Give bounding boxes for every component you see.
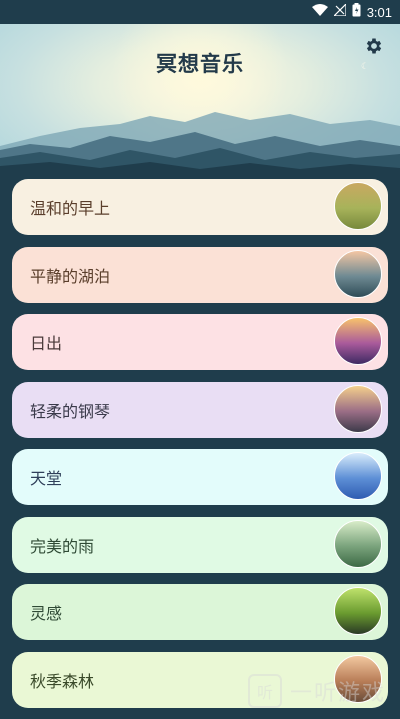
- track-label: 轻柔的钢琴: [30, 401, 111, 421]
- track-thumbnail: [334, 452, 382, 500]
- watermark: 听 一听游戏: [247, 674, 386, 708]
- track-label: 天堂: [30, 469, 63, 488]
- track-card[interactable]: 天堂: [12, 449, 388, 505]
- track-card[interactable]: 日出: [12, 314, 388, 370]
- track-card[interactable]: 平静的湖泊: [12, 246, 388, 303]
- track-thumbnail: [334, 384, 382, 433]
- track-card[interactable]: 轻柔的钢琴: [12, 381, 388, 438]
- page-title: 冥想音乐: [156, 52, 244, 76]
- status-icons: 3:01: [311, 2, 392, 21]
- track-label: 温和的早上: [30, 199, 111, 218]
- header-banner: 冥想音乐 ☾: [0, 24, 400, 176]
- track-card[interactable]: 灵感: [12, 584, 388, 640]
- track-label: 完美的雨: [30, 536, 95, 556]
- settings-button[interactable]: [362, 36, 386, 60]
- track-label: 灵感: [30, 604, 63, 623]
- track-thumbnail: [334, 317, 382, 365]
- battery-icon: [352, 3, 361, 21]
- track-label: 秋季森林: [30, 671, 95, 691]
- status-bar: 3:01: [0, 0, 400, 24]
- mountain-silhouette: [0, 112, 400, 176]
- no-signal-icon: [332, 2, 347, 20]
- watermark-logo: 听: [247, 674, 282, 708]
- track-thumbnail: [334, 587, 382, 635]
- track-label: 平静的湖泊: [30, 266, 111, 286]
- track-thumbnail: [334, 519, 382, 568]
- wifi-icon: [311, 4, 328, 20]
- track-label: 日出: [30, 334, 63, 353]
- gear-icon: [364, 36, 384, 60]
- track-list: 温和的早上平静的湖泊日出轻柔的钢琴天堂完美的雨灵感秋季森林: [12, 179, 388, 719]
- status-time: 3:01: [366, 4, 392, 20]
- moon-icon: ☾: [361, 62, 370, 72]
- track-thumbnail: [334, 182, 382, 230]
- track-card[interactable]: 完美的雨: [12, 516, 388, 573]
- watermark-text: 一听游戏: [289, 681, 386, 706]
- track-thumbnail: [334, 249, 382, 298]
- track-card[interactable]: 温和的早上: [12, 179, 388, 235]
